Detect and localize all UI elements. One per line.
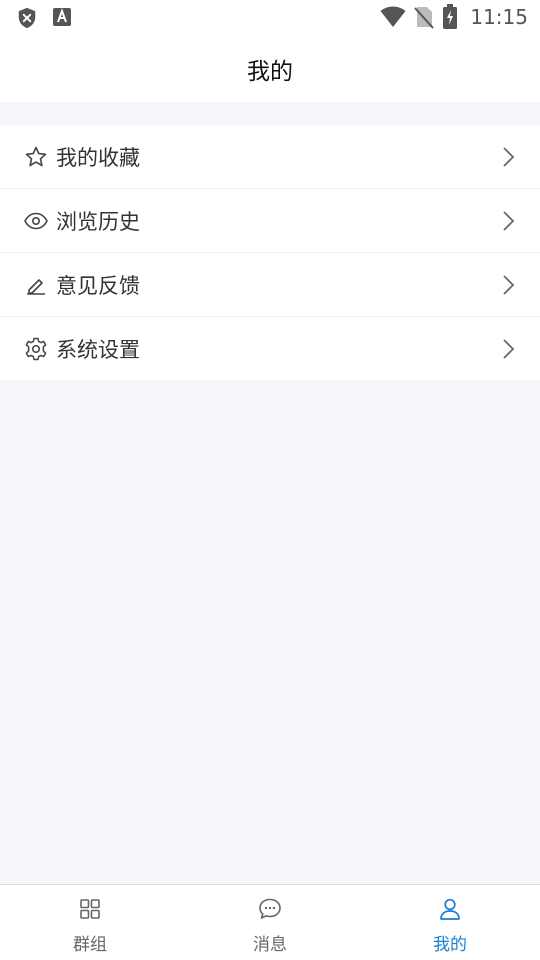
user-icon xyxy=(440,898,460,920)
chevron-right-icon xyxy=(503,274,515,295)
menu-list: 我的收藏 浏览历史 意见反馈 系统设置 xyxy=(0,125,540,380)
no-sim-icon xyxy=(414,7,435,29)
shield-x-icon xyxy=(18,7,36,29)
chevron-right-icon xyxy=(503,146,515,167)
page-header: 我的 xyxy=(0,36,540,102)
chat-bubble-icon xyxy=(259,898,281,919)
tab-mine[interactable]: 我的 xyxy=(360,885,540,960)
status-bar: 11:15 xyxy=(0,0,540,36)
menu-item-label: 浏览历史 xyxy=(56,209,140,234)
tab-groups[interactable]: 群组 xyxy=(0,885,180,960)
wifi-icon xyxy=(380,6,406,27)
tab-messages[interactable]: 消息 xyxy=(180,885,360,960)
star-icon xyxy=(24,145,48,169)
eye-icon xyxy=(24,209,48,233)
menu-item-feedback[interactable]: 意见反馈 xyxy=(0,253,540,317)
menu-item-history[interactable]: 浏览历史 xyxy=(0,189,540,253)
page-title: 我的 xyxy=(247,59,293,85)
pencil-icon xyxy=(24,273,48,297)
gear-icon xyxy=(24,337,48,361)
chevron-right-icon xyxy=(503,338,515,359)
bottom-tab-bar: 群组 消息 我的 xyxy=(0,884,540,960)
menu-item-favorites[interactable]: 我的收藏 xyxy=(0,125,540,189)
battery-charging-icon xyxy=(443,4,458,29)
grid-icon xyxy=(80,899,100,919)
font-a-icon xyxy=(53,8,71,26)
screen: 11:15 我的 我的收藏 浏览历史 意见反馈 系统设置 群组 消息 我的 xyxy=(0,0,540,960)
menu-item-label: 意见反馈 xyxy=(56,273,140,298)
menu-item-label: 系统设置 xyxy=(56,337,140,362)
tab-label: 我的 xyxy=(433,935,467,955)
tab-label: 群组 xyxy=(73,935,107,955)
menu-item-settings[interactable]: 系统设置 xyxy=(0,317,540,380)
status-time: 11:15 xyxy=(470,5,528,29)
chevron-right-icon xyxy=(503,210,515,231)
menu-item-label: 我的收藏 xyxy=(56,145,140,170)
tab-label: 消息 xyxy=(253,935,287,955)
